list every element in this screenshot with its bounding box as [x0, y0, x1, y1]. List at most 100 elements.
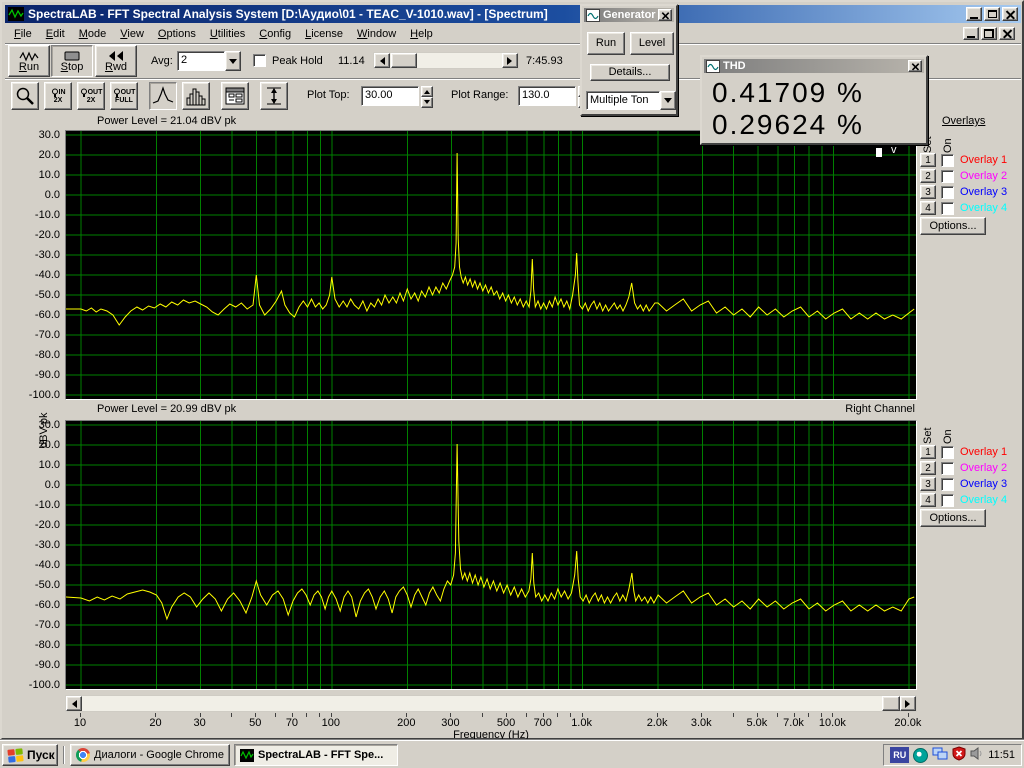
plot-top-field[interactable]: 30.00 [361, 86, 419, 106]
system-tray: RU 11:51 [883, 744, 1022, 766]
menu-help[interactable]: Help [403, 26, 440, 42]
overlay-1-on-checkbox-b[interactable] [941, 446, 954, 459]
menu-config[interactable]: Config [252, 26, 298, 42]
overlay-2-on-checkbox-b[interactable] [941, 462, 954, 475]
mdi-minimize-button[interactable] [963, 27, 979, 40]
language-indicator[interactable]: RU [890, 747, 909, 763]
generator-level-button[interactable]: Level [630, 32, 674, 55]
menu-edit[interactable]: Edit [39, 26, 72, 42]
overlay-4-set-button[interactable]: 4 [920, 201, 936, 215]
zoom-in-2x-button[interactable]: IN 2X [44, 82, 72, 110]
clock[interactable]: 11:51 [988, 749, 1015, 761]
tray-app-icon[interactable] [913, 748, 928, 763]
volume-icon[interactable] [970, 746, 984, 764]
vertical-range-icon [263, 86, 285, 106]
overlay-3-on-checkbox[interactable] [941, 186, 954, 199]
mdi-close-button[interactable] [999, 27, 1015, 40]
avg-dropdown-arrow[interactable] [225, 51, 241, 71]
start-button[interactable]: Пуск [2, 744, 58, 766]
x-tick-label: 100 [309, 717, 353, 729]
avg-combobox[interactable]: 2 [177, 51, 241, 71]
windows-logo-icon [7, 748, 23, 762]
rewind-button[interactable]: Rwd [95, 45, 137, 77]
freq-scroll-right-button[interactable] [900, 696, 916, 711]
y-tick-label: -40.0 [10, 269, 60, 281]
line-plot-mode-button[interactable] [149, 82, 177, 110]
avg-label: Avg: [151, 55, 173, 67]
frequency-scrollbar[interactable] [65, 695, 917, 712]
generator-title-bar[interactable]: Generator [584, 8, 674, 22]
overlay-4-set-button-b[interactable]: 4 [920, 493, 936, 507]
zoom-in-icon: IN [51, 88, 66, 97]
overlay-2-on-checkbox[interactable] [941, 170, 954, 183]
menu-file[interactable]: File [7, 26, 39, 42]
overlays-options-button-top[interactable]: Options... [920, 217, 986, 235]
overlays-options-button-bottom[interactable]: Options... [920, 509, 986, 527]
generator-run-button[interactable]: Run [587, 32, 625, 55]
overlay-4-on-checkbox-b[interactable] [941, 494, 954, 507]
menu-license[interactable]: License [298, 26, 350, 42]
generator-signal-combobox[interactable]: Multiple Ton [586, 91, 676, 110]
overlays-header[interactable]: Overlays [942, 115, 985, 127]
task-spectralab[interactable]: SpectraLAB - FFT Spe... [234, 744, 398, 766]
security-alert-icon[interactable] [952, 746, 966, 764]
y-tick-label: -40.0 [10, 559, 60, 571]
overlay-3-set-button-b[interactable]: 3 [920, 477, 936, 491]
overlay-3-set-button[interactable]: 3 [920, 185, 936, 199]
zoom-out-full-button[interactable]: OUT FULL [110, 82, 138, 110]
y-tick-label: 0.0 [10, 189, 60, 201]
generator-details-button[interactable]: Details... [590, 64, 670, 81]
peak-hold-checkbox[interactable] [253, 54, 266, 67]
options-dialog-icon [224, 86, 246, 106]
avg-value: 2 [177, 51, 225, 71]
generator-dropdown-arrow[interactable] [660, 91, 676, 110]
x-tick-label: 20.0k [886, 717, 930, 729]
set-column-label-2: Set [922, 420, 934, 444]
overlay-2-label: Overlay 2 [960, 170, 1007, 182]
menu-view[interactable]: View [113, 26, 151, 42]
zoom-tool-button[interactable] [11, 82, 39, 110]
title-bar[interactable]: SpectraLAB - FFT Spectral Analysis Syste… [5, 5, 1021, 23]
on-column-label-2: On [942, 420, 954, 444]
left-channel-plot[interactable] [65, 130, 917, 400]
bar-plot-mode-button[interactable] [182, 82, 210, 110]
vertical-range-button[interactable] [260, 82, 288, 110]
network-icon[interactable] [932, 746, 948, 764]
overlay-2-set-button[interactable]: 2 [920, 169, 936, 183]
stop-button[interactable]: Stop [51, 45, 93, 77]
zoom-out-2x-button[interactable]: OUT 2X [77, 82, 105, 110]
close-button[interactable] [1002, 7, 1018, 21]
menu-utilities[interactable]: Utilities [203, 26, 252, 42]
scrollbar-thumb[interactable] [391, 53, 417, 68]
freq-scroll-left-button[interactable] [66, 696, 82, 711]
task-chrome[interactable]: Диалоги - Google Chrome [70, 744, 230, 766]
overlay-2-set-button-b[interactable]: 2 [920, 461, 936, 475]
thd-close-button[interactable] [908, 60, 922, 72]
menu-window[interactable]: Window [350, 26, 403, 42]
overlay-1-set-button-b[interactable]: 1 [920, 445, 936, 459]
run-button[interactable]: Run [8, 45, 50, 77]
scroll-right-button[interactable] [502, 53, 518, 68]
overlay-4-on-checkbox[interactable] [941, 202, 954, 215]
run-waveform-icon [19, 50, 39, 62]
mdi-restore-button[interactable] [981, 27, 997, 40]
menu-mode[interactable]: Mode [72, 26, 114, 42]
display-options-button[interactable] [221, 82, 249, 110]
maximize-button[interactable] [984, 7, 1000, 21]
x-tick-label: 10.0k [810, 717, 854, 729]
freq-scrollbar-thumb[interactable] [882, 696, 900, 711]
overlay-1-set-button[interactable]: 1 [920, 153, 936, 167]
overlay-row-3: 3 Overlay 3 [920, 184, 1007, 200]
plot-range-field[interactable]: 130.0 [518, 86, 576, 106]
scroll-left-button[interactable] [374, 53, 390, 68]
plot-top-spinner[interactable] [421, 86, 433, 106]
right-channel-plot[interactable] [65, 420, 917, 690]
overlay-3-on-checkbox-b[interactable] [941, 478, 954, 491]
generator-close-button[interactable] [658, 9, 672, 21]
minimize-button[interactable] [966, 7, 982, 21]
position-scrollbar[interactable] [373, 52, 519, 69]
overlay-1-on-checkbox[interactable] [941, 154, 954, 167]
menu-options[interactable]: Options [151, 26, 203, 42]
thd-title-bar[interactable]: THD [704, 59, 924, 73]
stop-icon [63, 50, 81, 62]
